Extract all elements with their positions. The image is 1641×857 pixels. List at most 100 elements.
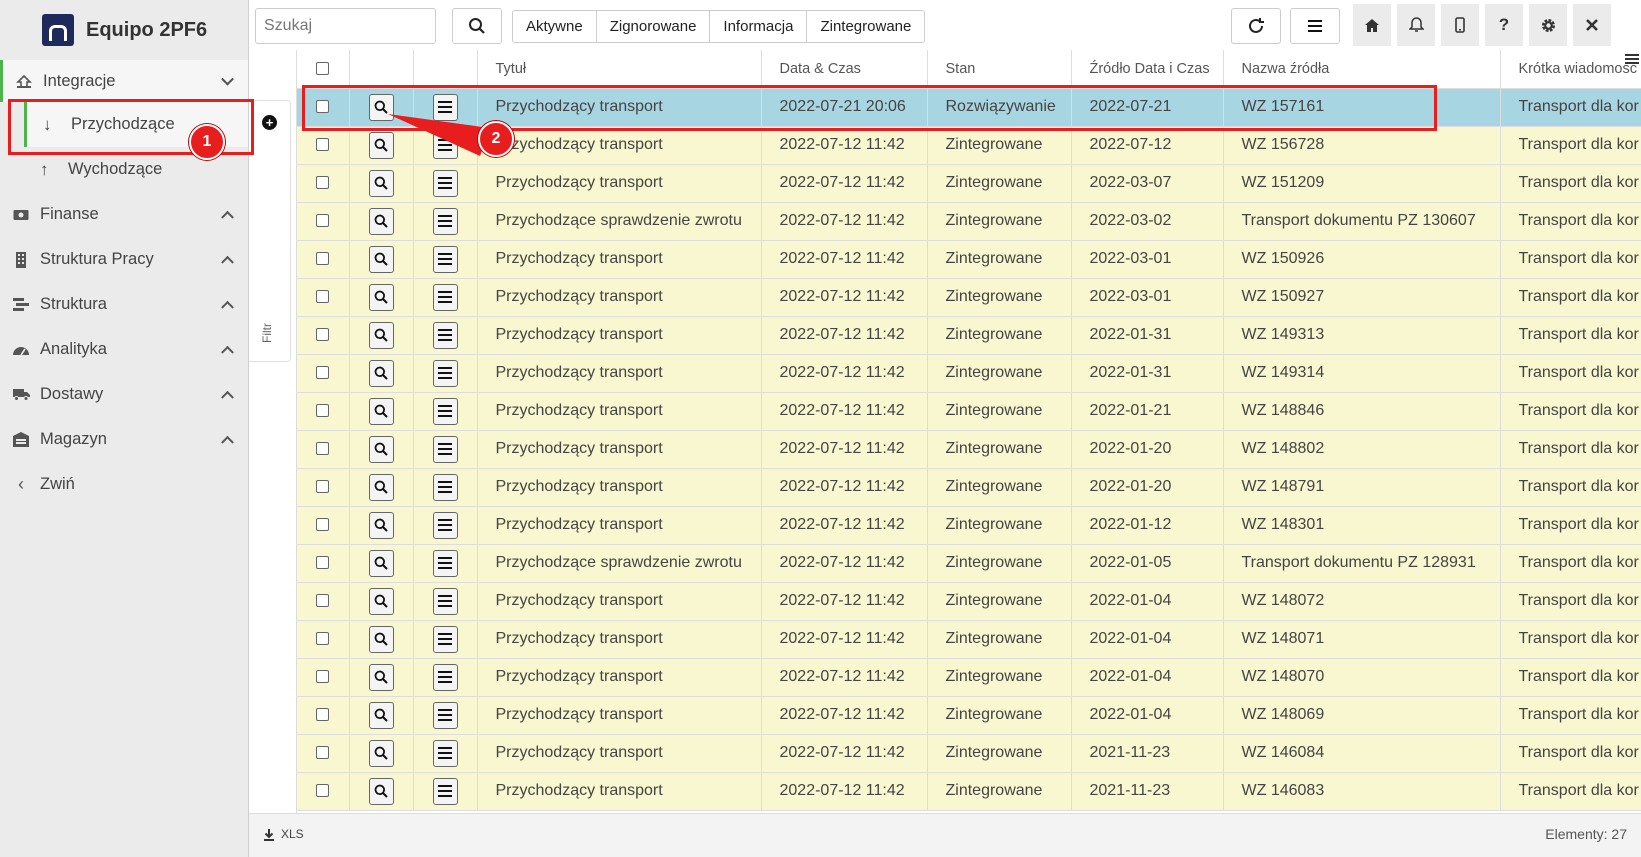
header-source-date[interactable]: Źródło Data i Czas (1071, 50, 1224, 89)
table-row[interactable]: Przychodzący transport 2022-07-12 11:42 Zi… (297, 240, 1641, 279)
row-checkbox[interactable] (297, 468, 350, 507)
header-source-name[interactable]: Nazwa źródła (1223, 50, 1501, 89)
row-checkbox[interactable] (297, 164, 350, 203)
row-view-button[interactable] (349, 240, 414, 279)
row-menu-button[interactable] (413, 354, 478, 393)
export-xls-button[interactable]: XLS (263, 827, 304, 841)
row-menu-button[interactable] (413, 658, 478, 697)
tab-informacja[interactable]: Informacja (710, 11, 808, 42)
table-row[interactable]: Przychodzący transport 2022-07-12 11:42 Zi… (297, 658, 1641, 697)
row-menu-button[interactable] (413, 506, 478, 545)
help-button[interactable]: ? (1485, 4, 1523, 46)
row-view-button[interactable] (349, 126, 414, 165)
sidebar-item-struktura[interactable]: Struktura (0, 282, 248, 327)
row-checkbox[interactable] (297, 202, 350, 241)
table-row[interactable]: Przychodzący transport 2022-07-12 11:42 Zi… (297, 354, 1641, 393)
row-view-button[interactable] (349, 620, 414, 659)
row-view-button[interactable] (349, 164, 414, 203)
row-view-button[interactable] (349, 734, 414, 773)
row-checkbox[interactable] (297, 734, 350, 773)
row-menu-button[interactable] (413, 620, 478, 659)
row-view-button[interactable] (349, 316, 414, 355)
sidebar-item-struktura-pracy[interactable]: Struktura Pracy (0, 237, 248, 282)
row-menu-button[interactable] (413, 696, 478, 735)
row-menu-button[interactable] (413, 734, 478, 773)
close-button[interactable] (1573, 4, 1611, 46)
row-view-button[interactable] (349, 392, 414, 431)
sidebar-item-magazyn[interactable]: Magazyn (0, 417, 248, 462)
row-menu-button[interactable] (413, 278, 478, 317)
row-menu-button[interactable] (413, 392, 478, 431)
column-menu-icon[interactable] (1625, 52, 1641, 68)
sidebar-item-analityka[interactable]: Analityka (0, 327, 248, 372)
row-checkbox[interactable] (297, 506, 350, 545)
row-menu-button[interactable] (413, 430, 478, 469)
row-checkbox[interactable] (297, 772, 350, 811)
row-view-button[interactable] (349, 202, 414, 241)
table-row[interactable]: Przychodzący transport 2022-07-12 11:42 Zi… (297, 430, 1641, 469)
row-checkbox[interactable] (297, 354, 350, 393)
row-checkbox[interactable] (297, 126, 350, 165)
row-view-button[interactable] (349, 354, 414, 393)
sidebar-collapse-button[interactable]: ‹ Zwiń (0, 462, 248, 507)
row-menu-button[interactable] (413, 126, 478, 165)
home-button[interactable] (1353, 4, 1391, 46)
tab-zintegrowane[interactable]: Zintegrowane (807, 11, 925, 42)
settings-button[interactable] (1529, 4, 1567, 46)
row-view-button[interactable] (349, 696, 414, 735)
header-state[interactable]: Stan (927, 50, 1072, 89)
row-checkbox[interactable] (297, 392, 350, 431)
sidebar-item-finanse[interactable]: Finanse (0, 192, 248, 237)
table-row[interactable]: Przychodzący transport 2022-07-12 11:42 Zi… (297, 316, 1641, 355)
table-row[interactable]: Przychodzący transport 2022-07-12 11:42 Zi… (297, 734, 1641, 773)
mobile-button[interactable] (1441, 4, 1479, 46)
row-menu-button[interactable] (413, 164, 478, 203)
table-row[interactable]: Przychodzący transport 2022-07-12 11:42 Zi… (297, 620, 1641, 659)
filter-panel-tab[interactable]: + Filtr (249, 100, 291, 362)
row-view-button[interactable] (349, 658, 414, 697)
row-view-button[interactable] (349, 772, 414, 811)
row-view-button[interactable] (349, 278, 414, 317)
add-filter-icon[interactable]: + (262, 115, 277, 130)
row-checkbox[interactable] (297, 658, 350, 697)
header-datetime[interactable]: Data & Czas (761, 50, 928, 89)
row-menu-button[interactable] (413, 772, 478, 811)
sidebar-item-dostawy[interactable]: Dostawy (0, 372, 248, 417)
row-checkbox[interactable] (297, 544, 350, 583)
row-checkbox[interactable] (297, 316, 350, 355)
table-row[interactable]: Przychodzący transport 2022-07-12 11:42 Zi… (297, 278, 1641, 317)
select-all-checkbox[interactable] (297, 50, 350, 89)
table-row[interactable]: Przychodzący transport 2022-07-12 11:42 Zi… (297, 772, 1641, 811)
row-menu-button[interactable] (413, 316, 478, 355)
table-row[interactable]: Przychodzące sprawdzenie zwrotu 2022-07-1… (297, 544, 1641, 583)
search-input[interactable] (255, 8, 436, 44)
row-checkbox[interactable] (297, 696, 350, 735)
notifications-button[interactable] (1397, 4, 1435, 46)
row-menu-button[interactable] (413, 202, 478, 241)
table-row[interactable]: Przychodzący transport 2022-07-12 11:42 Zi… (297, 468, 1641, 507)
search-button[interactable] (452, 8, 502, 44)
header-short-message[interactable]: Krótka wiadomość (1500, 50, 1641, 89)
row-view-button[interactable] (349, 582, 414, 621)
table-row[interactable]: Przychodzący transport 2022-07-12 11:42 Zi… (297, 582, 1641, 621)
row-menu-button[interactable] (413, 468, 478, 507)
row-view-button[interactable] (349, 430, 414, 469)
row-checkbox[interactable] (297, 240, 350, 279)
row-view-button[interactable] (349, 506, 414, 545)
row-menu-button[interactable] (413, 582, 478, 621)
row-checkbox[interactable] (297, 582, 350, 621)
table-row[interactable]: Przychodzący transport 2022-07-12 11:42 Zi… (297, 164, 1641, 203)
row-checkbox[interactable] (297, 620, 350, 659)
row-checkbox[interactable] (297, 278, 350, 317)
tab-zignorowane[interactable]: Zignorowane (596, 11, 711, 42)
row-view-button[interactable] (349, 468, 414, 507)
table-row[interactable]: Przychodzący transport 2022-07-12 11:42 Zi… (297, 696, 1641, 735)
table-row[interactable]: Przychodzące sprawdzenie zwrotu 2022-07-1… (297, 202, 1641, 241)
row-checkbox[interactable] (297, 430, 350, 469)
sidebar-item-integracje[interactable]: Integracje (0, 60, 248, 102)
tab-aktywne[interactable]: Aktywne (513, 11, 597, 42)
header-title[interactable]: Tytuł (477, 50, 762, 89)
refresh-button[interactable] (1231, 8, 1281, 44)
menu-button[interactable] (1290, 8, 1340, 44)
row-menu-button[interactable] (413, 240, 478, 279)
